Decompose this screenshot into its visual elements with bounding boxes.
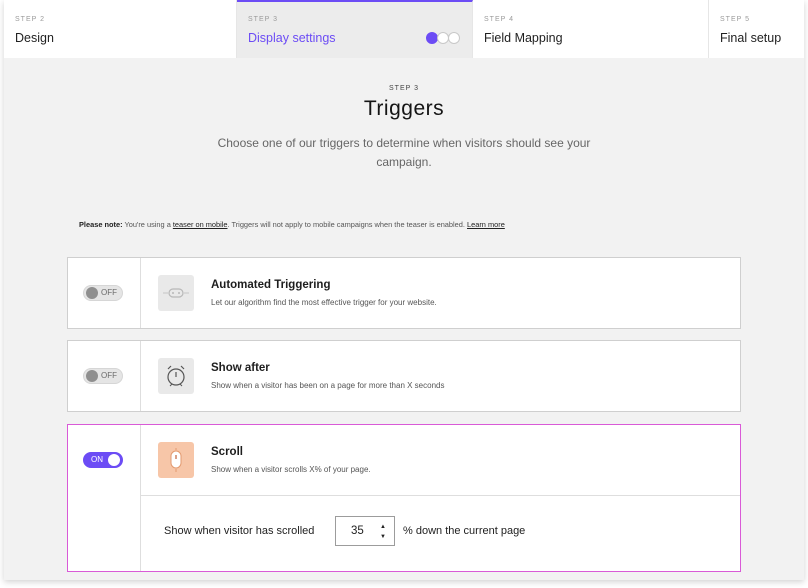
- step-number: STEP 5: [720, 16, 750, 23]
- toggle-knob: [86, 287, 98, 299]
- show-after-toggle[interactable]: OFF: [83, 368, 123, 384]
- note-text: . Triggers will not apply to mobile camp…: [227, 220, 468, 229]
- scroll-percent-stepper[interactable]: 35 ▲ ▼: [335, 516, 395, 546]
- step-progress-indicator: [426, 32, 460, 44]
- step-name: Field Mapping: [484, 31, 563, 45]
- section-step-label: STEP 3: [389, 85, 419, 92]
- mobile-teaser-note: Please note: You're using a teaser on mo…: [79, 220, 505, 229]
- step-design-tab[interactable]: STEP 2 Design: [4, 0, 237, 58]
- toggle-column: OFF: [68, 341, 141, 411]
- teaser-on-mobile-link[interactable]: teaser on mobile: [173, 220, 228, 229]
- toggle-column: OFF: [68, 258, 141, 328]
- scroll-trigger-toggle[interactable]: ON: [83, 452, 123, 468]
- trigger-title: Automated Triggering: [211, 279, 331, 291]
- page-title: Triggers: [363, 97, 445, 120]
- trigger-card-automated[interactable]: OFF Automated Triggering Let our algorit…: [67, 257, 741, 329]
- trigger-description: Show when a visitor scrolls X% of your p…: [211, 465, 371, 474]
- stepper-down-icon[interactable]: ▼: [380, 534, 386, 540]
- campaign-settings-panel: STEP 2 Design STEP 3 Display settings ST…: [4, 0, 804, 580]
- scroll-mouse-icon: [158, 442, 194, 478]
- step-final-setup-tab[interactable]: STEP 5 Final setup: [709, 0, 804, 58]
- robot-icon: [158, 275, 194, 311]
- step-display-settings-tab[interactable]: STEP 3 Display settings: [237, 0, 473, 58]
- trigger-description: Let our algorithm find the most effectiv…: [211, 298, 437, 307]
- trigger-card-scroll[interactable]: ON Scroll Show when a visitor scrolls X%…: [67, 424, 741, 572]
- toggle-state-label: ON: [91, 455, 103, 464]
- scroll-label-after: % down the current page: [403, 525, 526, 537]
- page-subtitle: Choose one of our triggers to determine …: [217, 136, 591, 169]
- toggle-state-label: OFF: [101, 288, 117, 297]
- stepper-up-icon[interactable]: ▲: [380, 524, 386, 530]
- scroll-label-before: Show when visitor has scrolled: [164, 525, 315, 537]
- step-name: Display settings: [248, 31, 336, 45]
- trigger-title: Show after: [211, 362, 270, 374]
- toggle-column: ON: [68, 425, 141, 571]
- wizard-steps: STEP 2 Design STEP 3 Display settings ST…: [4, 0, 804, 58]
- note-label: Please note:: [79, 220, 123, 229]
- trigger-title: Scroll: [211, 446, 243, 458]
- step-field-mapping-tab[interactable]: STEP 4 Field Mapping: [473, 0, 709, 58]
- step-number: STEP 4: [484, 16, 514, 23]
- step-name: Design: [15, 31, 54, 45]
- scroll-percent-value: 35: [351, 525, 364, 537]
- toggle-state-label: OFF: [101, 371, 117, 380]
- trigger-description: Show when a visitor has been on a page f…: [211, 381, 445, 390]
- trigger-card-show-after[interactable]: OFF Show after Show when a visitor has b…: [67, 340, 741, 412]
- step-number: STEP 2: [15, 16, 45, 23]
- progress-dot: [448, 32, 460, 44]
- step-name: Final setup: [720, 31, 782, 45]
- learn-more-link[interactable]: Learn more: [467, 220, 505, 229]
- alarm-clock-icon: [158, 358, 194, 394]
- scroll-setting-row: Show when visitor has scrolled 35 ▲ ▼ % …: [141, 495, 740, 571]
- automated-trigger-toggle[interactable]: OFF: [83, 285, 123, 301]
- toggle-knob: [108, 454, 120, 466]
- step-number: STEP 3: [248, 16, 278, 23]
- toggle-knob: [86, 370, 98, 382]
- note-text: You're using a: [122, 220, 173, 229]
